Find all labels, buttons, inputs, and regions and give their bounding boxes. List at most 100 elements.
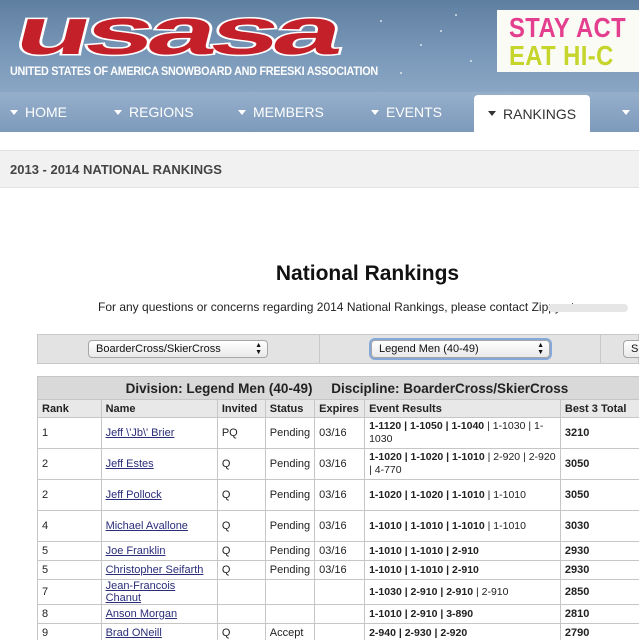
- col-rank: Rank: [37, 399, 102, 418]
- name-cell: Jeff Estes: [100, 448, 218, 480]
- athlete-link[interactable]: Jean-Francois Chanut: [106, 580, 176, 604]
- nav-label: MEMBERS: [253, 104, 324, 120]
- total-cell: 2790: [559, 623, 639, 640]
- rank-cell: 5: [37, 560, 102, 580]
- athlete-link[interactable]: Joe Franklin: [106, 545, 166, 557]
- total-cell: 2930: [559, 541, 639, 561]
- col-status: Status: [264, 399, 316, 418]
- col-event-results: Event Results: [364, 399, 561, 418]
- name-cell: Brad ONeill: [100, 623, 218, 640]
- table-row: 2 Jeff Estes Q Pending 03/16 1-1020 | 1-1020 …: [37, 448, 639, 480]
- results-cell: 1-1010 | 1-1010 | 2-910: [364, 560, 561, 580]
- athlete-link[interactable]: Brad ONeill: [106, 627, 162, 639]
- breadcrumb: 2013 - 2014 NATIONAL RANKINGS: [10, 162, 222, 177]
- nav-more[interactable]: [622, 92, 637, 132]
- invited-cell: Q: [216, 448, 266, 480]
- status-cell: Pending: [264, 510, 316, 542]
- results-cell: 1-1030 | 2-910 | 2-910 | 2-910: [364, 579, 561, 605]
- results-best: 1-1010 | 1-1010 | 1-1010: [369, 519, 485, 532]
- table-row: 4 Michael Avallone Q Pending 03/16 1-1010 | 1…: [37, 510, 639, 542]
- redacted-email: [548, 304, 628, 312]
- total-cell: 2810: [559, 604, 639, 624]
- athlete-link[interactable]: Jeff Estes: [106, 458, 154, 470]
- expires-cell: 03/16: [314, 479, 366, 511]
- total-cell: 3050: [559, 479, 639, 511]
- chevron-down-icon: [238, 109, 246, 115]
- invited-cell: Q: [216, 479, 266, 511]
- table-header-row: Rank Name Invited Status Expires Event R…: [37, 399, 639, 418]
- name-cell: Christopher Seifarth: [100, 560, 218, 580]
- invited-cell: PQ: [216, 417, 266, 449]
- athlete-link[interactable]: Christopher Seifarth: [106, 564, 204, 576]
- name-cell: Anson Morgan: [100, 604, 218, 624]
- discipline-select[interactable]: BoarderCross/SkierCross ▲ ▼: [88, 340, 268, 358]
- results-other: | 2-910: [473, 585, 509, 598]
- breadcrumb-bar: 2013 - 2014 NATIONAL RANKINGS: [0, 150, 639, 188]
- rank-cell: 7: [37, 579, 102, 605]
- athlete-link[interactable]: Jeff \'Jb\' Brier: [106, 427, 175, 439]
- results-best: 1-1030 | 2-910 | 2-910: [369, 585, 474, 598]
- col-name: Name: [100, 399, 218, 418]
- results-cell: 1-1010 | 2-910 | 3-890: [364, 604, 561, 624]
- rank-cell: 4: [37, 510, 102, 542]
- nav-label: EVENTS: [386, 104, 443, 120]
- nav-regions[interactable]: REGIONS: [114, 92, 194, 132]
- rank-cell: 2: [37, 448, 102, 480]
- third-select[interactable]: Se: [623, 340, 639, 358]
- chevron-down-icon: [10, 109, 18, 115]
- results-cell: 1-1010 | 1-1010 | 1-1010 | 1-1010: [364, 510, 561, 542]
- total-cell: 3210: [559, 417, 639, 449]
- caption-discipline: Discipline: BoarderCross/SkierCross: [331, 380, 569, 396]
- caption-division: Division: Legend Men (40-49): [125, 380, 313, 396]
- results-best: 2-940 | 2-930 | 2-920: [369, 626, 468, 639]
- division-select[interactable]: Legend Men (40-49) ▲ ▼: [371, 340, 550, 358]
- total-cell: 3050: [559, 448, 639, 480]
- chevron-down-icon: [371, 109, 379, 115]
- col-invited: Invited: [216, 399, 266, 418]
- results-best: 1-1020 | 1-1020 | 1-1010: [369, 488, 485, 501]
- total-cell: 2930: [559, 560, 639, 580]
- nav-members[interactable]: MEMBERS: [238, 92, 324, 132]
- results-other: | 1-1010: [484, 519, 526, 532]
- contact-note: For any questions or concerns regarding …: [98, 300, 575, 314]
- results-best: 1-1020 | 1-1020 | 1-1010: [369, 451, 485, 463]
- rank-cell: 2: [37, 479, 102, 511]
- svg-text:usasa: usasa: [8, 4, 350, 60]
- rank-cell: 8: [37, 604, 102, 624]
- discipline-select-value: BoarderCross/SkierCross: [96, 343, 221, 355]
- invited-cell: Q: [216, 623, 266, 640]
- main-nav: HOME REGIONS MEMBERS EVENTS RANKINGS: [0, 92, 639, 132]
- page-title: National Rankings: [275, 262, 460, 285]
- name-cell: Michael Avallone: [100, 510, 218, 542]
- status-cell: [264, 604, 316, 624]
- status-cell: Pending: [264, 417, 316, 449]
- total-cell: 3030: [559, 510, 639, 542]
- nav-events[interactable]: EVENTS: [371, 92, 442, 132]
- invited-cell: Q: [216, 510, 266, 542]
- athlete-link[interactable]: Jeff Pollock: [106, 489, 162, 501]
- results-cell: 1-1120 | 1-1050 | 1-1040 | 1-1030 | 1-10…: [364, 417, 561, 449]
- expires-cell: 03/16: [314, 417, 366, 449]
- results-best: 1-1010 | 1-1010 | 2-910: [369, 563, 479, 576]
- table-row: 7 Jean-Francois Chanut 1-1030 | 2-910 | 2-…: [37, 579, 639, 605]
- nav-rankings[interactable]: RANKINGS: [474, 95, 591, 132]
- results-best: 1-1010 | 2-910 | 3-890: [369, 607, 474, 620]
- status-cell: Pending: [264, 479, 316, 511]
- rank-cell: 9: [37, 623, 102, 640]
- ad-banner[interactable]: STAY ACT EAT HI-C: [497, 10, 639, 72]
- select-arrows-icon: ▲ ▼: [537, 342, 544, 356]
- rank-cell: 5: [37, 541, 102, 561]
- table-row: 5 Christopher Seifarth Q Pending 03/16 1-1010…: [37, 560, 639, 580]
- results-cell: 1-1020 | 1-1020 | 1-1010 | 1-1010: [364, 479, 561, 511]
- status-cell: Pending: [264, 560, 316, 580]
- chevron-down-icon: [114, 109, 122, 115]
- athlete-link[interactable]: Michael Avallone: [106, 520, 188, 532]
- invited-cell: [216, 604, 266, 624]
- division-select-value: Legend Men (40-49): [379, 343, 479, 355]
- nav-home[interactable]: HOME: [10, 92, 67, 132]
- name-cell: Joe Franklin: [100, 541, 218, 561]
- col-expires: Expires: [314, 399, 366, 418]
- athlete-link[interactable]: Anson Morgan: [106, 608, 178, 620]
- col-best3: Best 3 Total: [559, 399, 639, 418]
- usasa-logo[interactable]: usasa: [2, 4, 350, 60]
